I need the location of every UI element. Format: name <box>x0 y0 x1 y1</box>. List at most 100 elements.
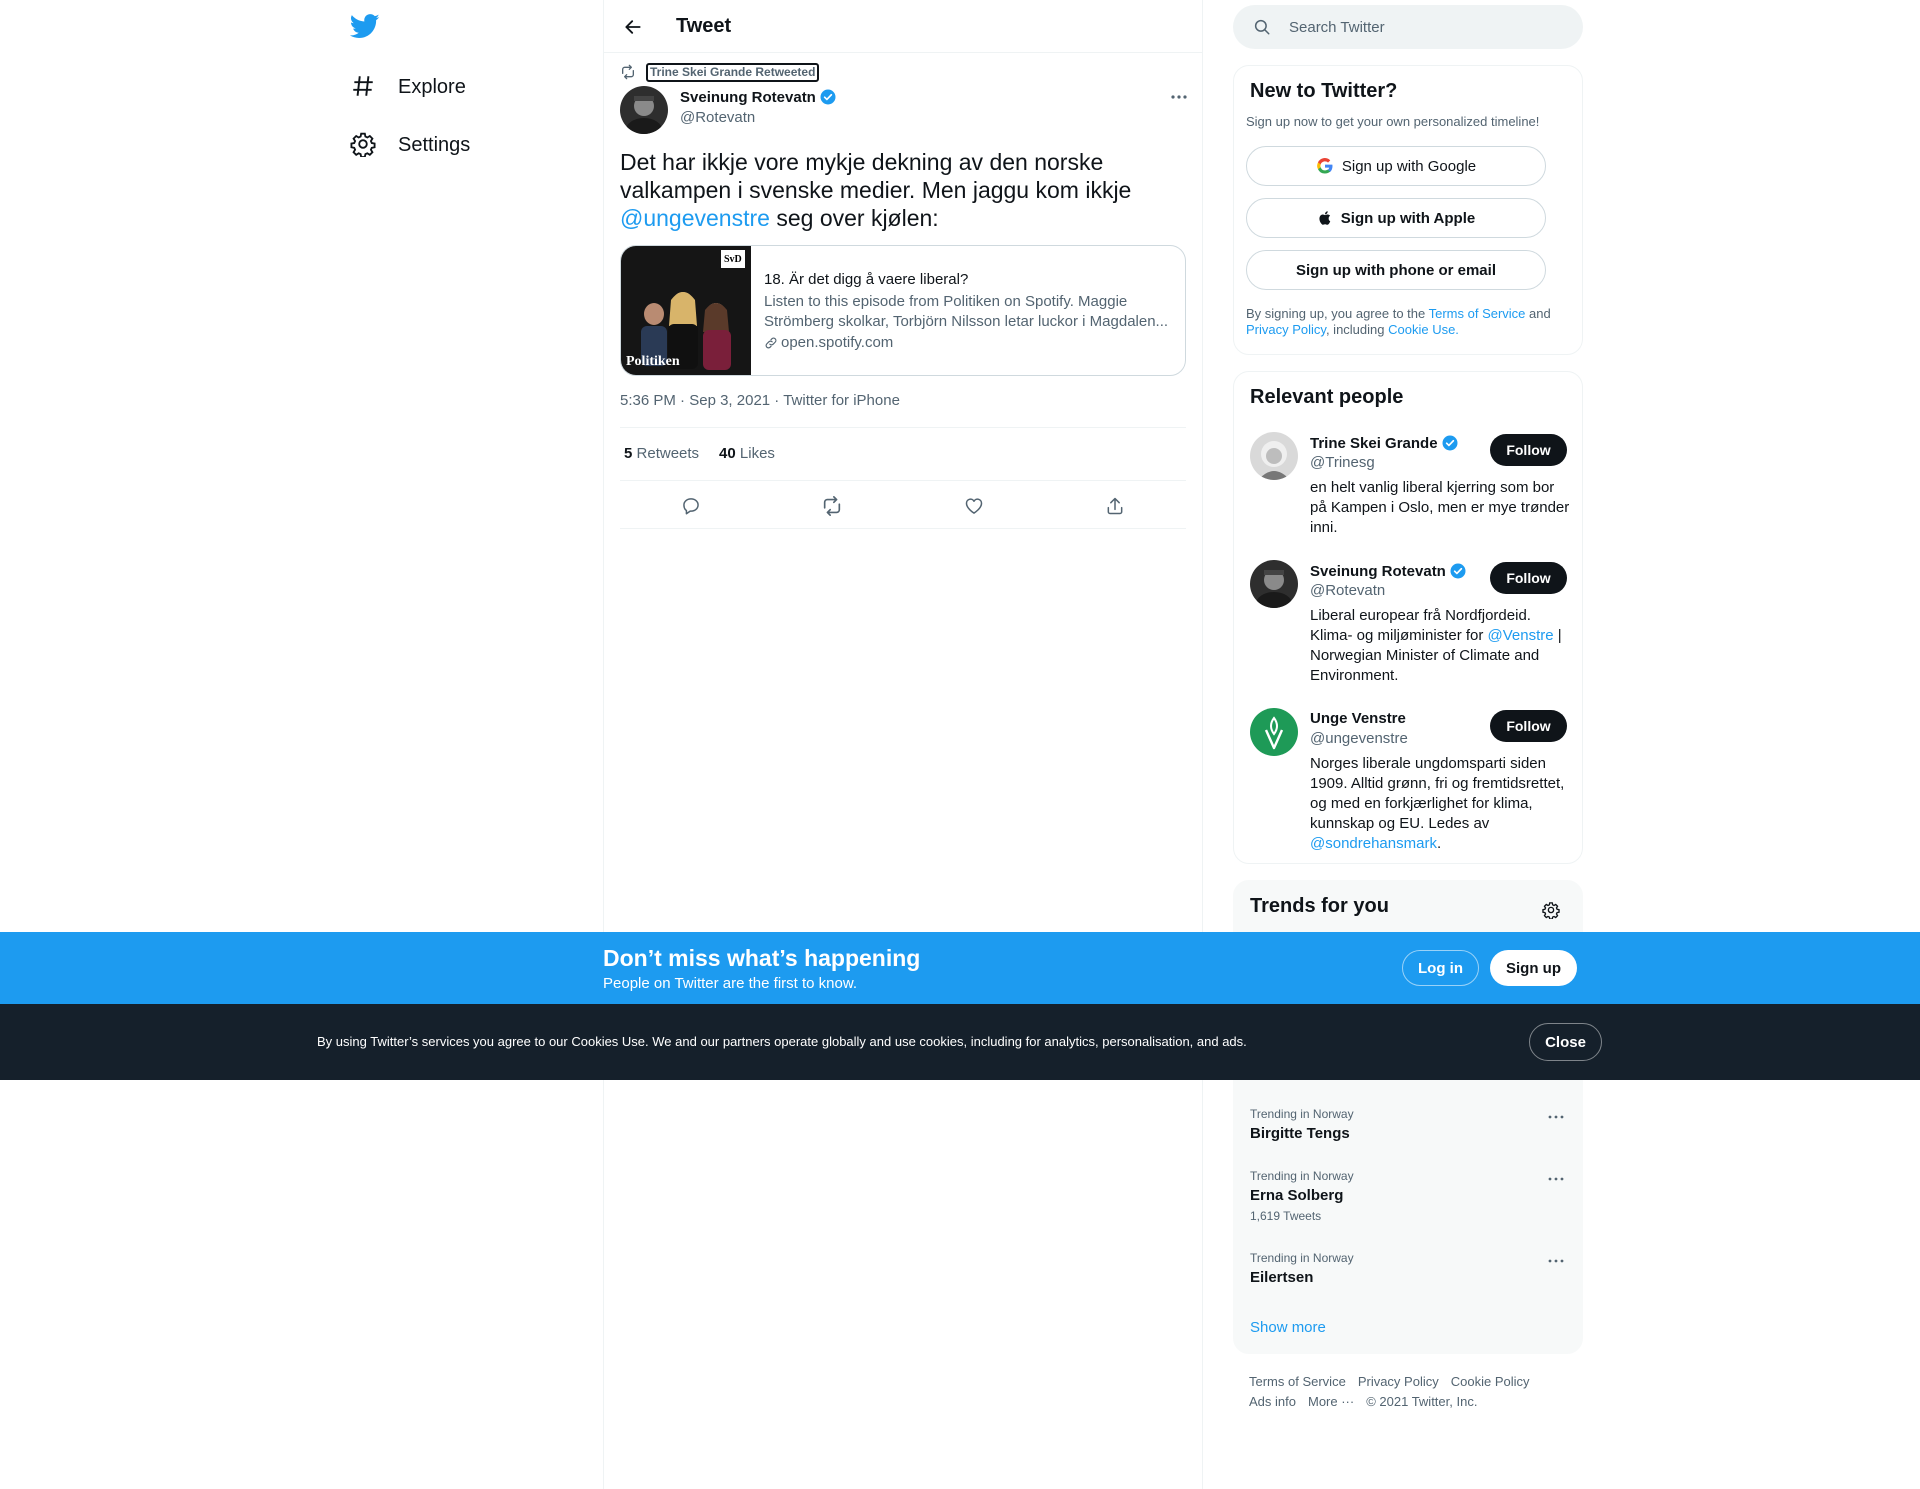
person-name[interactable]: Sveinung Rotevatn <box>1310 562 1467 580</box>
tweet-time[interactable]: 5:36 PM <box>620 392 676 409</box>
signup-apple-button[interactable]: Sign up with Apple <box>1246 198 1546 238</box>
signup-button[interactable]: Sign up <box>1490 950 1577 986</box>
trend-more-button[interactable] <box>1544 1251 1568 1271</box>
back-button[interactable] <box>618 12 648 42</box>
trend-name: Birgitte Tengs <box>1250 1125 1350 1142</box>
author-avatar[interactable] <box>620 86 668 134</box>
tweet-text-part1: Det har ikkje vore mykje dekning av den … <box>620 149 1132 203</box>
follow-button[interactable]: Follow <box>1490 710 1567 742</box>
card-image-badge: SvD <box>724 254 742 265</box>
trend-context: Trending in Norway <box>1250 1251 1354 1265</box>
retweets-label: Retweets <box>636 445 700 462</box>
person-name[interactable]: Trine Skei Grande <box>1310 434 1459 452</box>
legal-text-1: By signing up, you agree to the <box>1246 306 1429 321</box>
terms-link[interactable]: Terms of Service <box>1429 306 1526 321</box>
likes-count: 40 <box>719 445 736 462</box>
privacy-link[interactable]: Privacy Policy <box>1246 322 1326 337</box>
follow-button[interactable]: Follow <box>1490 562 1567 594</box>
legal-text-2: and <box>1525 306 1551 321</box>
footer-terms-link[interactable]: Terms of Service <box>1249 1374 1346 1389</box>
person-handle[interactable]: @Rotevatn <box>1310 582 1385 599</box>
login-prompt-title: Don’t miss what’s happening <box>603 945 921 971</box>
signup-phone-button[interactable]: Sign up with phone or email <box>1246 250 1546 290</box>
share-button[interactable] <box>1100 492 1130 520</box>
author-handle[interactable]: @Rotevatn <box>680 109 755 126</box>
ellipsis-icon <box>1548 1115 1564 1119</box>
trend-more-button[interactable] <box>1544 1169 1568 1189</box>
trend-more-button[interactable] <box>1544 1107 1568 1127</box>
trends-settings-button[interactable] <box>1536 895 1566 925</box>
new-to-twitter-panel: New to Twitter? Sign up now to get your … <box>1233 65 1583 355</box>
cookie-close-button[interactable]: Close <box>1529 1023 1602 1061</box>
card-image-label: Politiken <box>626 354 680 369</box>
person-handle[interactable]: @Trinesg <box>1310 454 1375 471</box>
ellipsis-icon <box>1171 95 1187 99</box>
person-bio: en helt vanlig liberal kjerring som bor … <box>1310 479 1570 536</box>
trends-title: Trends for you <box>1250 895 1389 917</box>
search-input[interactable] <box>1289 18 1539 36</box>
follow-button[interactable]: Follow <box>1490 434 1567 466</box>
verified-badge-icon <box>1442 435 1458 451</box>
heart-icon <box>965 498 983 514</box>
retweet-button[interactable] <box>817 492 847 520</box>
trend-context: Trending in Norway <box>1250 1169 1354 1183</box>
cookie-use-link[interactable]: Cookie Use. <box>1388 322 1459 337</box>
hashtag-icon <box>350 73 378 101</box>
trend-count: 1,619 Tweets <box>1250 1209 1322 1223</box>
bio-mention-link[interactable]: @Venstre <box>1488 627 1554 644</box>
retweet-icon <box>620 64 638 82</box>
signup-google-label: Sign up with Google <box>1341 157 1477 175</box>
person-bio: Norges liberale ungdomsparti siden 1909.… <box>1310 754 1570 854</box>
tweet-mention-link[interactable]: @ungevenstre <box>620 205 770 231</box>
reply-button[interactable] <box>676 492 706 520</box>
footer-privacy-link[interactable]: Privacy Policy <box>1358 1374 1439 1389</box>
legal-text-3: , including <box>1325 322 1389 337</box>
person-name[interactable]: Unge Venstre <box>1310 710 1406 727</box>
person-bio-text: Norges liberale ungdomsparti siden 1909.… <box>1310 755 1565 832</box>
relevant-people-title: Relevant people <box>1250 386 1404 408</box>
more-options-button[interactable] <box>1164 86 1194 108</box>
nav-settings[interactable]: Settings <box>350 125 470 165</box>
footer-more-link[interactable]: More ··· <box>1308 1394 1354 1409</box>
person-name-text: Trine Skei Grande <box>1310 434 1438 452</box>
retweet-context[interactable]: Trine Skei Grande Retweeted <box>620 63 820 82</box>
person-bio-text: . <box>1436 835 1442 852</box>
trend-item[interactable]: Trending in Norway Erna Solberg 1,619 Tw… <box>1250 1169 1570 1223</box>
legal-text: By signing up, you agree to the Terms of… <box>1246 306 1556 338</box>
avatar[interactable] <box>1250 708 1298 756</box>
tweet-source[interactable]: Twitter for iPhone <box>783 392 900 409</box>
ellipsis-icon <box>1548 1259 1564 1263</box>
author-name[interactable]: Sveinung Rotevatn <box>680 88 837 106</box>
show-more-link[interactable]: Show more <box>1250 1319 1326 1336</box>
tweet-date[interactable]: Sep 3, 2021 <box>689 392 770 409</box>
nav-settings-label: Settings <box>398 133 471 156</box>
retweets-stat[interactable]: 5 Retweets <box>624 445 699 462</box>
avatar[interactable] <box>1250 560 1298 608</box>
footer-ads-link[interactable]: Ads info <box>1249 1394 1296 1409</box>
footer-copyright: © 2021 Twitter, Inc. <box>1366 1394 1478 1409</box>
search-bar[interactable] <box>1233 5 1583 49</box>
new-to-twitter-title: New to Twitter? <box>1250 80 1398 102</box>
trend-name: Eilertsen <box>1250 1269 1314 1286</box>
tweet-text: Det har ikkje vore mykje dekning av den … <box>620 148 1160 232</box>
footer-cookie-link[interactable]: Cookie Policy <box>1451 1374 1530 1389</box>
twitter-bird-icon[interactable] <box>350 11 382 43</box>
link-card[interactable]: SvD Politiken 18. Är det digg å vaere li… <box>620 245 1186 376</box>
login-button[interactable]: Log in <box>1402 950 1479 986</box>
trend-item[interactable]: Trending in Norway Birgitte Tengs <box>1250 1107 1570 1142</box>
retweets-count: 5 <box>624 445 633 462</box>
bio-mention-link[interactable]: @sondrehansmark <box>1310 835 1437 852</box>
trend-item[interactable]: Trending in Norway Eilertsen <box>1250 1251 1570 1286</box>
likes-stat[interactable]: 40 Likes <box>719 445 775 462</box>
person-name-text: Sveinung Rotevatn <box>1310 562 1446 580</box>
retweet-icon <box>823 496 841 516</box>
person-handle[interactable]: @ungevenstre <box>1310 730 1408 747</box>
author-name-text: Sveinung Rotevatn <box>680 88 816 106</box>
nav-explore[interactable]: Explore <box>350 67 466 107</box>
like-button[interactable] <box>959 492 989 520</box>
tweet-text-part2: seg over kjølen: <box>769 205 939 231</box>
tweet-stats: 5 Retweets 40 Likes <box>624 445 775 462</box>
avatar[interactable] <box>1250 432 1298 480</box>
divider <box>620 427 1186 428</box>
signup-google-button[interactable]: Sign up with Google <box>1246 146 1546 186</box>
